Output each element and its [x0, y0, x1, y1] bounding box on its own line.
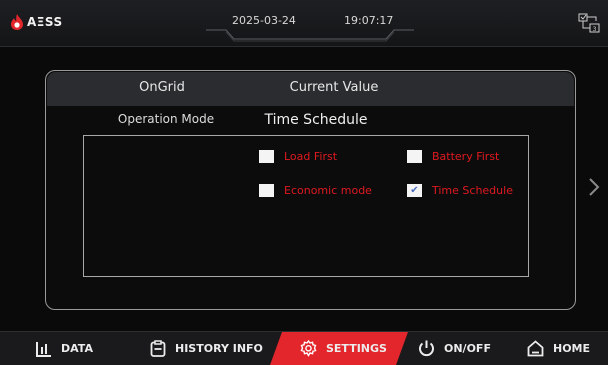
- brand-name: AΞSS: [27, 15, 63, 29]
- load-first-checkbox[interactable]: [259, 150, 274, 163]
- brand-logo: AΞSS: [10, 14, 63, 30]
- option-economic-mode[interactable]: Economic mode: [259, 184, 372, 197]
- economic-mode-checkbox[interactable]: [259, 184, 274, 197]
- mode-options-box: Load First Battery First Economic mode ✔…: [83, 135, 529, 277]
- settings-panel: OnGrid Current Value Operation Mode Time…: [45, 70, 576, 310]
- option-label: Time Schedule: [432, 184, 513, 197]
- current-time: 19:07:17: [344, 14, 394, 27]
- operation-mode-label: Operation Mode: [117, 112, 215, 126]
- nav-home[interactable]: HOME: [527, 332, 590, 365]
- current-date: 2025-03-24: [232, 14, 296, 27]
- option-time-schedule[interactable]: ✔ Time Schedule: [407, 184, 513, 197]
- home-icon: [527, 340, 544, 357]
- power-icon: [419, 340, 434, 357]
- svg-text:3: 3: [593, 26, 597, 33]
- option-label: Economic mode: [284, 184, 372, 197]
- option-load-first[interactable]: Load First: [259, 150, 337, 163]
- mode-column-header: OnGrid: [139, 80, 185, 95]
- datetime-display: 2025-03-24 19:07:17: [196, 8, 422, 44]
- nav-label: DATA: [61, 342, 93, 355]
- nav-label: HISTORY INFO: [175, 342, 263, 355]
- nav-label: ON/OFF: [444, 342, 491, 355]
- nav-settings[interactable]: SETTINGS: [300, 332, 387, 365]
- network-topology-icon[interactable]: 3: [578, 13, 600, 33]
- operation-mode-value: Time Schedule: [264, 112, 368, 128]
- nav-label: HOME: [553, 342, 591, 355]
- clipboard-icon: [150, 340, 166, 357]
- nav-data[interactable]: DATA: [36, 332, 93, 365]
- flame-logo-icon: [11, 14, 23, 30]
- top-bar: AΞSS 2025-03-24 19:07:17 3: [0, 0, 608, 47]
- chevron-right-icon[interactable]: [588, 177, 600, 197]
- time-schedule-checkbox[interactable]: ✔: [407, 184, 422, 197]
- bar-chart-icon: [36, 341, 51, 357]
- nav-label: SETTINGS: [326, 342, 387, 355]
- option-battery-first[interactable]: Battery First: [407, 150, 499, 163]
- nav-history-info[interactable]: HISTORY INFO: [150, 332, 263, 365]
- nav-on-off[interactable]: ON/OFF: [418, 332, 491, 365]
- option-label: Load First: [284, 150, 338, 163]
- value-column-header: Current Value: [289, 80, 379, 95]
- option-label: Battery First: [432, 150, 500, 163]
- gear-icon: [300, 340, 317, 357]
- check-mark-icon: ✔: [410, 184, 419, 196]
- battery-first-checkbox[interactable]: [407, 150, 422, 163]
- panel-header: OnGrid Current Value: [47, 72, 574, 106]
- bottom-nav: DATA HISTORY INFO SETTINGS ON/OFF HOME: [0, 331, 608, 365]
